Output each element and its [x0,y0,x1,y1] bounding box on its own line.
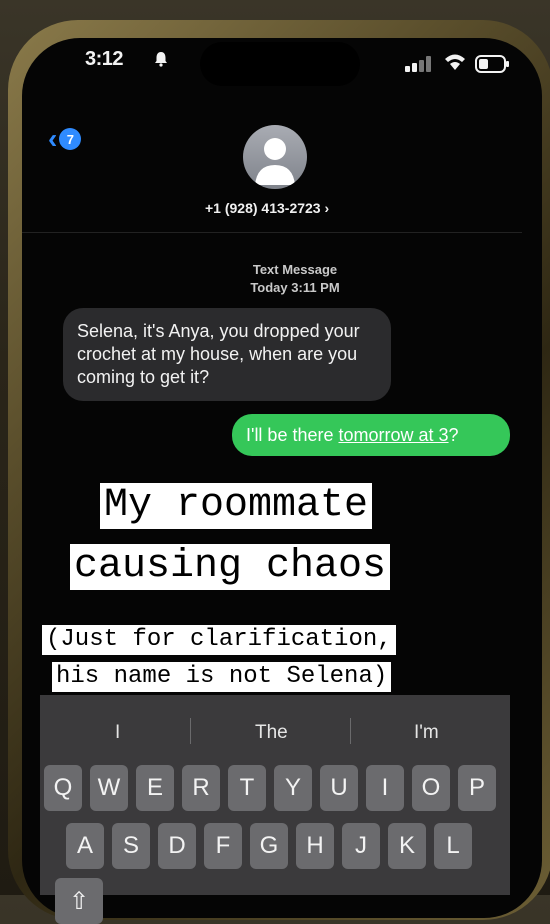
date-link[interactable]: tomorrow at 3 [339,425,449,445]
shift-key[interactable]: ⇧ [55,878,103,924]
key-o[interactable]: O [412,765,450,811]
key-f[interactable]: F [204,823,242,869]
key-k[interactable]: K [388,823,426,869]
outgoing-message-bubble[interactable]: I'll be there tomorrow at 3? [232,414,510,456]
battery-icon [475,55,509,73]
outgoing-message-suffix: ? [448,425,459,445]
key-w[interactable]: W [90,765,128,811]
key-e[interactable]: E [136,765,174,811]
chevron-left-icon: ‹ [48,123,58,154]
suggestion-divider [350,718,351,744]
suggestion-2[interactable]: The [255,722,288,744]
contact-avatar[interactable] [243,125,307,189]
caption-line-2: causing chaos [70,544,391,590]
unread-count-badge: 7 [59,128,82,150]
suggestion-divider [190,718,191,744]
key-p[interactable]: P [458,765,496,811]
key-l[interactable]: L [434,823,472,869]
incoming-message-bubble[interactable]: Selena, it's Anya, you dropped your croc… [63,308,391,401]
key-u[interactable]: U [320,765,358,811]
shift-arrow-icon: ⇧ [68,887,90,915]
key-g[interactable]: G [250,823,288,869]
cellular-signal-icon [405,56,431,72]
suggestion-1[interactable]: I [115,722,120,744]
key-t[interactable]: T [228,765,266,811]
key-j[interactable]: J [342,823,380,869]
caption-line-3: (Just for clarification, [42,625,396,655]
bell-mute-icon [155,52,167,67]
message-timestamp: Today 3:11 PM [250,280,340,295]
key-i[interactable]: I [366,765,404,811]
contact-phone-number[interactable]: +1 (928) 413-2723 › [205,200,329,216]
key-h[interactable]: H [296,823,334,869]
caption-line-4: his name is not Selena) [52,662,392,692]
status-time: 3:12 [85,48,124,70]
key-a[interactable]: A [66,823,104,869]
caption-line-1: My roommate [100,483,373,529]
outgoing-message-text: I'll be there [246,425,339,445]
predictive-text-bar: I The I'm [40,710,510,746]
message-service-label: Text Message [252,262,338,277]
key-s[interactable]: S [112,823,150,869]
person-silhouette-icon [255,138,295,185]
dynamic-island [200,42,360,86]
suggestion-3[interactable]: I'm [414,722,439,744]
key-d[interactable]: D [158,823,196,869]
key-q[interactable]: Q [44,765,82,811]
key-y[interactable]: Y [274,765,312,811]
back-button[interactable]: ‹ 7 [48,123,82,154]
header-divider [22,232,522,233]
wifi-icon [445,54,465,70]
key-r[interactable]: R [182,765,220,811]
